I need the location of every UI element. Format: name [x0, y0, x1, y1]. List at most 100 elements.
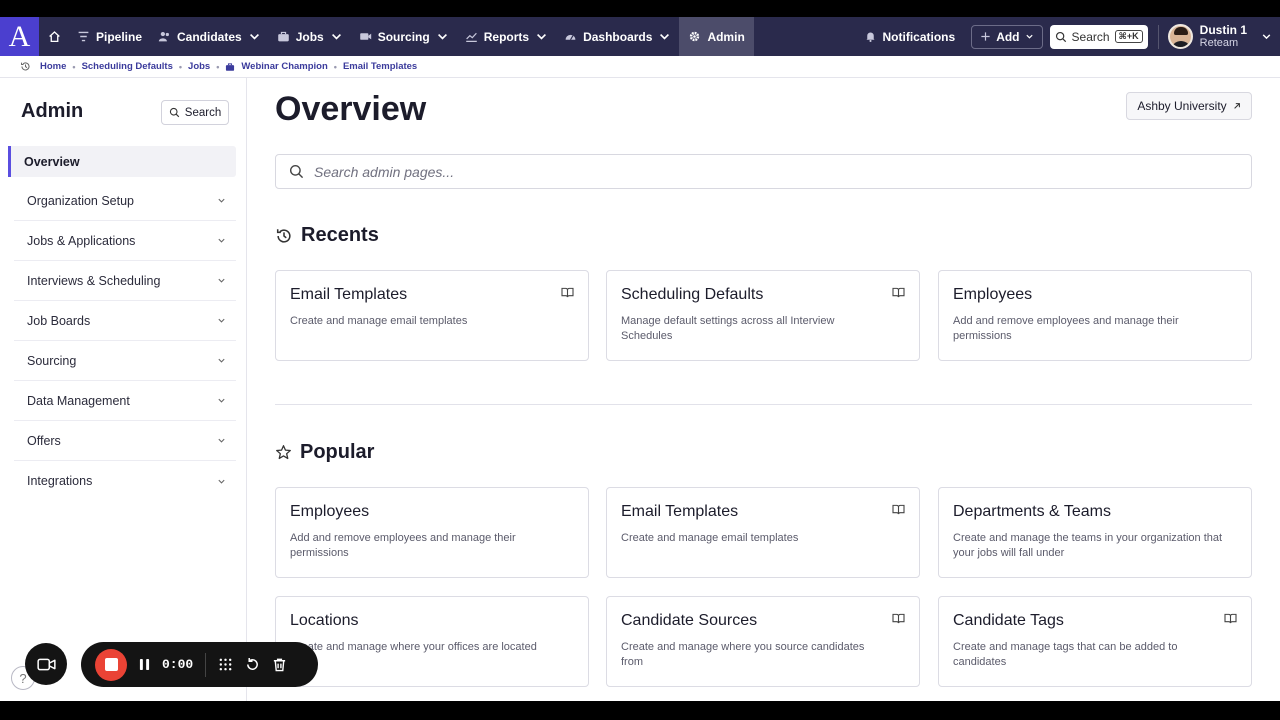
home-button[interactable]: [39, 17, 69, 56]
sidebar-item-label: Job Boards: [27, 313, 91, 328]
breadcrumb: Home • Scheduling Defaults • Jobs • Webi…: [0, 56, 1280, 78]
recent-card-employees[interactable]: Employees Add and remove employees and m…: [938, 270, 1252, 361]
recent-card-scheduling-defaults[interactable]: Scheduling Defaults Manage default setti…: [606, 270, 920, 361]
nav-pipeline[interactable]: Pipeline: [69, 17, 150, 56]
nav-pipeline-label: Pipeline: [96, 29, 143, 44]
search-icon: [169, 107, 179, 118]
shortcut-badge: ⌘+K: [1114, 30, 1143, 43]
popular-card-departments-teams[interactable]: Departments & Teams Create and manage th…: [938, 487, 1252, 578]
admin-search-field[interactable]: [275, 154, 1252, 189]
sidebar-item-label: Data Management: [27, 393, 130, 408]
nav-admin[interactable]: Admin: [679, 17, 754, 56]
admin-search-input[interactable]: [314, 163, 1214, 180]
card-title: Locations: [290, 612, 359, 629]
popular-card-employees[interactable]: Employees Add and remove employees and m…: [275, 487, 589, 578]
chevron-down-icon: [1025, 34, 1033, 39]
card-description: Manage default settings across all Inter…: [621, 315, 835, 342]
stop-icon: [104, 658, 118, 671]
breadcrumb-scheduling-defaults[interactable]: Scheduling Defaults: [82, 61, 173, 72]
chevron-down-icon: [218, 198, 225, 203]
popular-title: Popular: [300, 441, 375, 463]
popular-card-candidate-sources[interactable]: Candidate Sources Create and manage wher…: [606, 596, 920, 687]
recorder-camera-button[interactable]: [25, 643, 67, 685]
ashby-logo[interactable]: A: [0, 17, 39, 56]
breadcrumb-email-templates[interactable]: Email Templates: [343, 61, 417, 72]
pause-icon[interactable]: [139, 658, 150, 671]
chevron-down-icon: [218, 438, 225, 443]
drag-handle-icon[interactable]: [218, 657, 233, 672]
chevron-down-icon: [437, 33, 447, 40]
avatar[interactable]: [1167, 24, 1193, 49]
breadcrumb-home[interactable]: Home: [40, 61, 66, 72]
chevron-down-icon: [660, 33, 670, 40]
book-icon: [1224, 613, 1237, 624]
breadcrumb-separator: •: [178, 61, 183, 72]
card-title: Email Templates: [621, 503, 739, 520]
card-title: Employees: [290, 503, 370, 520]
book-icon: [892, 287, 905, 298]
card-description: Create and manage where your offices are…: [290, 641, 537, 653]
breadcrumb-jobs[interactable]: Jobs: [188, 61, 210, 72]
card-description: Create and manage tags that can be added…: [953, 641, 1178, 668]
bottom-letterbox: [0, 701, 1280, 720]
card-title: Employees: [953, 286, 1033, 303]
card-title: Scheduling Defaults: [621, 286, 764, 303]
global-search-button[interactable]: Search ⌘+K: [1049, 24, 1148, 49]
chevron-down-icon[interactable]: [1261, 31, 1272, 42]
trash-icon[interactable]: [272, 657, 287, 672]
nav-dashboards[interactable]: Dashboards: [556, 17, 679, 56]
history-icon: [21, 62, 30, 71]
notifications-label: Notifications: [882, 29, 956, 44]
bell-icon: [865, 32, 875, 43]
breadcrumb-webinar-champion[interactable]: Webinar Champion: [241, 61, 327, 72]
notifications-button[interactable]: Notifications: [856, 17, 964, 56]
breadcrumb-separator: •: [72, 61, 76, 72]
sidebar-item-offers[interactable]: Offers: [14, 421, 236, 461]
nav-candidates-label: Candidates: [177, 29, 242, 44]
popular-card-candidate-tags[interactable]: Candidate Tags Create and manage tags th…: [938, 596, 1252, 687]
book-icon: [561, 287, 574, 298]
sidebar-item-interviews-scheduling[interactable]: Interviews & Scheduling: [14, 261, 236, 301]
filter-icon: [78, 31, 89, 42]
chevron-down-icon: [218, 278, 225, 283]
nav-reports[interactable]: Reports: [457, 17, 556, 56]
popular-card-locations[interactable]: Locations Create and manage where your o…: [275, 596, 589, 687]
chevron-down-icon: [331, 33, 341, 40]
book-icon: [892, 613, 905, 624]
recorder-toolbar: 0:00: [81, 642, 318, 687]
stop-recording-button[interactable]: [95, 648, 127, 681]
global-search-label: Search: [1071, 29, 1110, 44]
sidebar-search-button[interactable]: Search: [161, 100, 229, 125]
chevron-down-icon: [218, 318, 225, 323]
sidebar-item-overview[interactable]: Overview: [8, 146, 236, 177]
recents-title: Recents: [301, 224, 379, 246]
sidebar-item-jobs-applications[interactable]: Jobs & Applications: [14, 221, 236, 261]
chart-line-icon: [465, 32, 477, 42]
sidebar-title: Admin: [21, 100, 84, 122]
nav-admin-label: Admin: [707, 29, 745, 44]
recent-card-email-templates[interactable]: Email Templates Create and manage email …: [275, 270, 589, 361]
card-title: Departments & Teams: [953, 503, 1111, 520]
sidebar-item-sourcing[interactable]: Sourcing: [14, 341, 236, 381]
sidebar-item-data-management[interactable]: Data Management: [14, 381, 236, 421]
gear-icon: [690, 31, 700, 42]
nav-jobs-label: Jobs: [295, 29, 324, 44]
nav-sourcing[interactable]: Sourcing: [351, 17, 457, 56]
popular-card-email-templates[interactable]: Email Templates Create and manage email …: [606, 487, 920, 578]
sidebar-item-job-boards[interactable]: Job Boards: [14, 301, 236, 341]
sidebar-item-organization-setup[interactable]: Organization Setup: [14, 181, 236, 221]
sidebar-item-label: Integrations: [27, 474, 93, 488]
add-button[interactable]: Add: [971, 24, 1043, 49]
nav-right-group: Notifications Add Search ⌘+K Dustin 1 Re…: [856, 17, 1280, 56]
chevron-down-icon: [218, 238, 225, 243]
ashby-university-label: Ashby University: [1137, 99, 1227, 113]
restart-icon[interactable]: [245, 657, 260, 672]
nav-candidates[interactable]: Candidates: [150, 17, 269, 56]
user-name: Dustin 1: [1199, 22, 1247, 37]
user-menu[interactable]: Dustin 1 Reteam: [1199, 22, 1247, 50]
ashby-university-button[interactable]: Ashby University: [1126, 92, 1252, 120]
sidebar-item-integrations[interactable]: Integrations: [14, 461, 236, 501]
nav-jobs[interactable]: Jobs: [269, 17, 351, 56]
admin-sidebar: Admin Search Overview Organization Setup…: [0, 78, 247, 701]
card-description: Create and manage where you source candi…: [621, 641, 865, 668]
